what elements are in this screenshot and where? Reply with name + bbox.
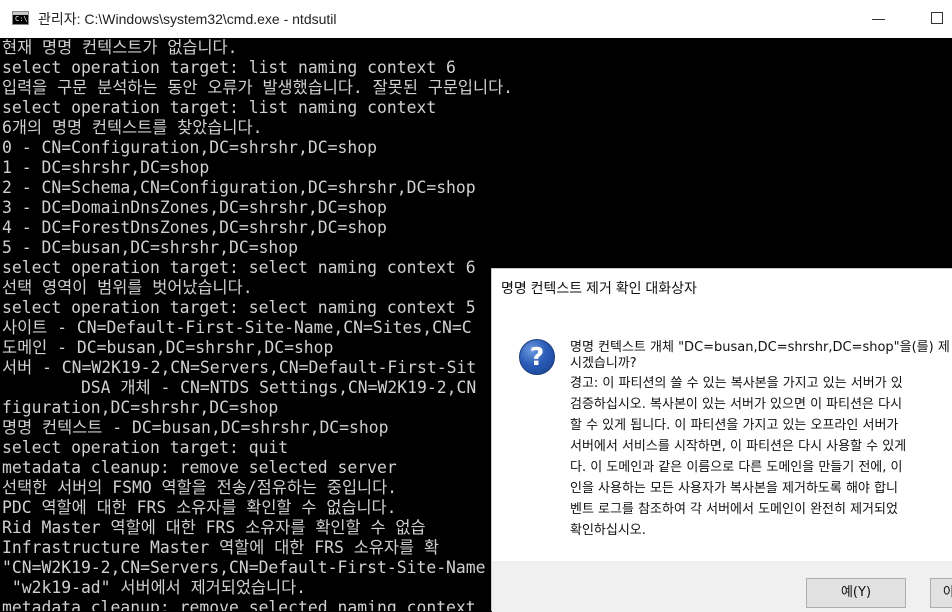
console-line: figuration,DC=shrshr,DC=shop	[2, 398, 279, 417]
dialog-message-line: 시겠습니까?	[570, 356, 637, 371]
window-title-bar[interactable]: C:\ 관리자: C:\Windows\system32\cmd.exe - n…	[0, 0, 952, 38]
maximize-button[interactable]	[924, 9, 950, 29]
console-line: 현재 명명 컨텍스트가 없습니다.	[2, 38, 238, 57]
console-line: PDC 역할에 대한 FRS 소유자를 확인할 수 없습니다.	[2, 498, 397, 517]
console-line: 도메인 - DC=busan,DC=shrshr,DC=shop	[2, 338, 334, 357]
console-line: 입력을 구문 분석하는 동안 오류가 발생했습니다. 잘못된 구문입니다.	[2, 78, 514, 97]
console-line: "CN=W2K19-2,CN=Servers,CN=Default-First-…	[2, 558, 486, 577]
dialog-message-line: 서버에서 서비스를 시작하면, 이 파티션은 다시 사용할 수 있게	[570, 439, 907, 454]
console-line: 1 - DC=shrshr,DC=shop	[2, 158, 210, 177]
console-line: select operation target: select naming c…	[2, 298, 476, 317]
console-line: 0 - CN=Configuration,DC=shrshr,DC=shop	[2, 138, 377, 157]
dialog-message-line: 확인하십시오.	[570, 523, 646, 538]
confirm-dialog: 명명 컨텍스트 제거 확인 대화상자 ? 명명 컨텍스트 개체 "DC=busa…	[491, 268, 952, 612]
no-button[interactable]: 아니	[930, 578, 952, 608]
console-line: 선택 영역이 범위를 벗어났습니다.	[2, 278, 253, 297]
window-title: 관리자: C:\Windows\system32\cmd.exe - ntdsu…	[38, 11, 337, 27]
console-line: 명명 컨텍스트 - DC=busan,DC=shrshr,DC=shop	[2, 418, 389, 437]
dialog-message-line: 명명 컨텍스트 개체 "DC=busan,DC=shrshr,DC=shop"을…	[570, 340, 950, 355]
console-line: 선택한 서버의 FSMO 역할을 전송/점유하는 중입니다.	[2, 478, 398, 497]
dialog-message-line: 검증하십시오. 복사본이 있는 서버가 있으면 이 파티션은 다시	[570, 397, 903, 412]
console-line: metadata cleanup: remove selected server	[2, 458, 397, 477]
console-line: select operation target: list naming con…	[2, 98, 437, 117]
console-line: Rid Master 역할에 대한 FRS 소유자를 확인할 수 없습	[2, 518, 426, 537]
dialog-message-line: 인을 사용하는 모든 사용자가 복사본을 제거하도록 해야 합니	[570, 481, 898, 496]
minimize-button[interactable]	[866, 9, 892, 29]
console-line: Infrastructure Master 역할에 대한 FRS 소유자를 확	[2, 538, 439, 557]
console-line: select operation target: list naming con…	[2, 58, 456, 77]
yes-button[interactable]: 예(Y)	[806, 578, 906, 608]
console-line: metadata cleanup: remove selected naming…	[2, 598, 476, 611]
console-line: 3 - DC=DomainDnsZones,DC=shrshr,DC=shop	[2, 198, 387, 217]
console-line: DSA 개체 - CN=NTDS Settings,CN=W2K19-2,CN	[2, 378, 477, 397]
console-line: 4 - DC=ForestDnsZones,DC=shrshr,DC=shop	[2, 218, 387, 237]
console-line: 사이트 - CN=Default-First-Site-Name,CN=Site…	[2, 318, 472, 337]
dialog-button-bar: 예(Y) 아니	[492, 561, 952, 612]
console-line: 2 - CN=Schema,CN=Configuration,DC=shrshr…	[2, 178, 476, 197]
console-line: select operation target: quit	[2, 438, 289, 457]
dialog-message-line: 다. 이 도메인과 같은 이름으로 다른 도메인을 만들기 전에, 이	[570, 460, 903, 475]
dialog-message-line: 벤트 로그를 참조하여 각 서버에서 도메인이 완전히 제거되었	[570, 502, 898, 517]
question-icon: ?	[519, 339, 555, 375]
console-line: 5 - DC=busan,DC=shrshr,DC=shop	[2, 238, 299, 257]
cmd-icon: C:\	[12, 11, 29, 25]
dialog-title: 명명 컨텍스트 제거 확인 대화상자	[501, 280, 697, 296]
console-line: 6개의 명명 컨텍스트를 찾았습니다.	[2, 118, 263, 137]
console-line: 서버 - CN=W2K19-2,CN=Servers,CN=Default-Fi…	[2, 358, 477, 377]
console-line: "w2k19-ad" 서버에서 제거되었습니다.	[2, 578, 307, 597]
cmd-icon-text: C:\	[15, 15, 28, 23]
console-line: select operation target: select naming c…	[2, 258, 476, 277]
dialog-message-line: 할 수 있게 됩니다. 이 파티션을 가지고 있는 오프라인 서버가	[570, 418, 899, 433]
dialog-message-line: 경고: 이 파티션의 쓸 수 있는 복사본을 가지고 있는 서버가 있	[570, 376, 903, 391]
